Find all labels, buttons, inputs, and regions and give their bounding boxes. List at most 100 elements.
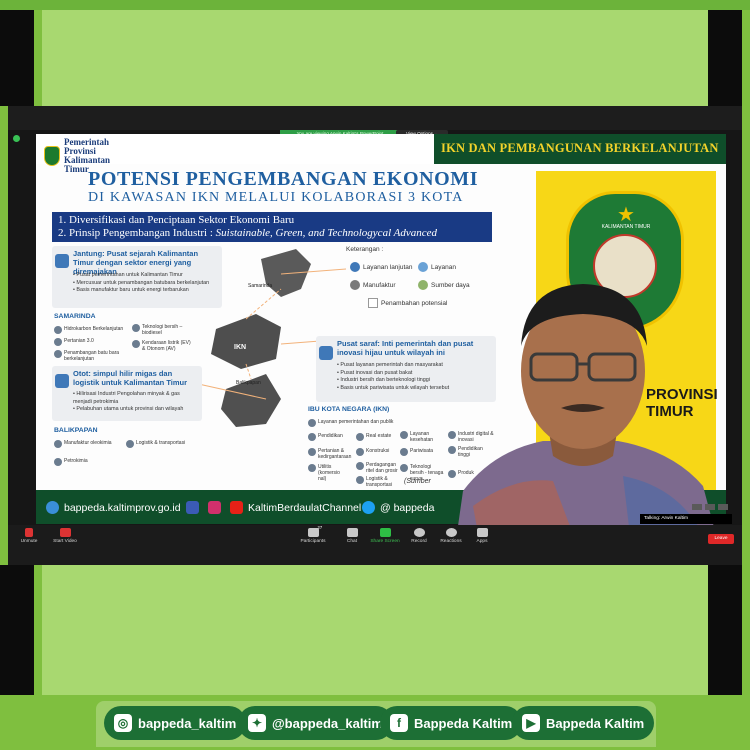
tourism-icon <box>400 448 408 456</box>
ibu-kota-item-3-label: Real estate <box>366 433 392 439</box>
zoom-toolbar: Unmute Start Video 27 Participants Chat S… <box>8 525 742 565</box>
jantung-bullet-1: Pusat pemerintahan untuk Kalimantan Timu… <box>73 272 221 280</box>
aerospace-icon <box>308 448 316 456</box>
hydrocarbon-icon <box>54 326 62 334</box>
footer-twitter: @ bappeda <box>362 501 434 514</box>
ibu-kota-item-2-label: Pendidikan <box>318 433 343 439</box>
samarinda-item-2-label: Pertanian 3.0 <box>64 338 94 344</box>
security-shield-icon[interactable] <box>13 135 20 142</box>
slide-title: POTENSI PENGEMBANGAN EKONOMI <box>88 168 479 190</box>
construction-icon <box>356 448 364 456</box>
footer-facebook <box>186 501 199 514</box>
ibu-kota-item-10: Utilitis (komersio nal) <box>308 464 348 482</box>
layanan-icon <box>418 262 428 272</box>
participants-icon: 27 <box>307 525 322 537</box>
unmute-button[interactable]: Unmute <box>14 528 44 544</box>
header-tag: IKN DAN PEMBANGUNAN BERKELANJUTAN <box>441 141 719 155</box>
reactions-button[interactable]: Reactions <box>438 528 464 544</box>
manufaktur-icon <box>350 280 360 290</box>
ev-icon <box>132 340 140 348</box>
legend-title: Keterangan : <box>346 246 384 253</box>
reactions-label: Reactions <box>440 539 462 544</box>
balikpapan-item-1-label: Manufaktur oleokimia <box>64 440 112 446</box>
leave-button[interactable]: Leave <box>708 534 734 544</box>
samarinda-item-1: Hidrokarbon Berkelanjutan <box>54 326 134 334</box>
otot-bullet-2: Pelabuhan utama untuk provinsi dan wilay… <box>73 406 199 414</box>
footer-youtube: KaltimBerdaulatChannel <box>230 501 361 514</box>
youtube-icon: ▶ <box>522 714 540 732</box>
jantung-panel: Jantung: Pusat sejarah Kalimantan Timur … <box>52 246 222 308</box>
apps-icon <box>476 528 488 537</box>
record-icon <box>413 528 425 537</box>
ibu-kota-item-3: Real estate <box>356 433 396 441</box>
principle-1: 1. Diversifikasi dan Penciptaan Sektor E… <box>58 214 295 226</box>
instagram-icon <box>208 501 221 514</box>
apps-button[interactable]: Apps <box>472 528 492 544</box>
utilities-icon <box>308 464 316 472</box>
map-label-ikn: IKN <box>234 344 246 351</box>
ibu-kota-item-2: Pendidikan <box>308 433 348 441</box>
facebook-icon <box>186 501 199 514</box>
balikpapan-item-3-label: Petrokimia <box>64 458 88 464</box>
video-controls-strip <box>658 504 728 512</box>
left-black-bar-bottom <box>0 565 34 695</box>
twitter-pill[interactable]: ✦ @bappeda_kaltim <box>238 706 393 740</box>
unmute-label: Unmute <box>20 539 38 544</box>
instagram-pill[interactable]: ◎ bappeda_kaltim <box>104 706 247 740</box>
mini-control-1[interactable] <box>692 504 702 510</box>
globe-icon <box>46 501 59 514</box>
otot-bullet-1: Hilirisasi Industri Pengolahan minyak & … <box>73 391 199 406</box>
principle-2: 2. Prinsip Pengembangan Industri : Suist… <box>58 227 486 240</box>
chat-button[interactable]: Chat <box>342 528 362 544</box>
legend-layanan-lanjutan-label: Layanan lanjutan <box>363 263 413 271</box>
mini-control-3[interactable] <box>718 504 728 510</box>
microphone-muted-icon <box>25 528 33 537</box>
start-video-button[interactable]: Start Video <box>48 528 82 544</box>
ibu-kota-item-14: Logistik & transportasi <box>356 476 400 488</box>
oleochemical-icon <box>54 440 62 448</box>
legend-layanan-lanjutan: Layanan lanjutan <box>350 262 413 272</box>
government-icon <box>308 419 316 427</box>
ibu-kota-item-6-label: Pertanian & kedirgantaraan <box>318 448 352 460</box>
share-screen-button[interactable]: Share Screen <box>370 528 400 544</box>
jantung-bullets: Pusat pemerintahan untuk Kalimantan Timu… <box>73 272 221 295</box>
samarinda-item-3-label: Penambangan batu bara berkelanjutan <box>64 350 120 362</box>
ibu-kota-item-8-label: Pariwisata <box>410 448 434 454</box>
participants-button[interactable]: 27 Participants <box>295 525 331 544</box>
ibu-kota-item-11: Perdagangan ritel dan grosir <box>356 462 400 474</box>
retail-icon <box>356 462 364 470</box>
otot-bullets: Hilirisasi Industri Pengolahan minyak & … <box>73 391 199 414</box>
instagram-handle: bappeda_kaltim <box>138 715 237 731</box>
talking-indicator: Talking: Arwin Kaltim <box>640 514 732 524</box>
link-ikn-samarinda <box>245 288 282 320</box>
legend-manufaktur-label: Manufaktur <box>363 281 396 289</box>
right-black-bar-bottom <box>708 565 742 695</box>
mini-control-2[interactable] <box>705 504 715 510</box>
record-button[interactable]: Record <box>409 528 429 544</box>
youtube-name: Bappeda Kaltim <box>546 715 645 731</box>
start-video-label: Start Video <box>53 539 77 544</box>
youtube-pill[interactable]: ▶ Bappeda Kaltim <box>512 706 655 740</box>
twitter-icon <box>362 501 375 514</box>
footer-twitter-label: @ bappeda <box>380 501 435 514</box>
ibu-kota-item-1-label: Layanan pemerintahan dan publik <box>318 419 394 425</box>
ikn-region <box>211 314 281 369</box>
facebook-pill[interactable]: f Bappeda Kaltim <box>380 706 523 740</box>
footer-instagram <box>208 501 221 514</box>
province-emblem-icon <box>44 146 60 166</box>
mining-icon <box>54 350 62 358</box>
otot-panel: Otot: simpul hilir migas dan logistik un… <box>52 366 202 421</box>
balikpapan-item-3: Petrokimia <box>54 458 134 466</box>
twitter-icon: ✦ <box>248 714 266 732</box>
balikpapan-item-2-label: Logistik & transportasi <box>136 440 186 446</box>
video-off-icon <box>59 528 71 537</box>
penambahan-box-icon <box>368 298 378 308</box>
participants-label: Participants <box>300 539 326 544</box>
reactions-icon <box>445 528 457 537</box>
clean-tech-icon <box>132 324 140 332</box>
ibu-kota-header: IBU KOTA NEGARA (IKN) <box>308 406 390 413</box>
map-label-balikpapan: Balikpapan <box>236 380 261 386</box>
frame-top <box>0 0 750 10</box>
balikpapan-item-1: Manufaktur oleokimia <box>54 440 134 448</box>
logistics-icon <box>126 440 134 448</box>
